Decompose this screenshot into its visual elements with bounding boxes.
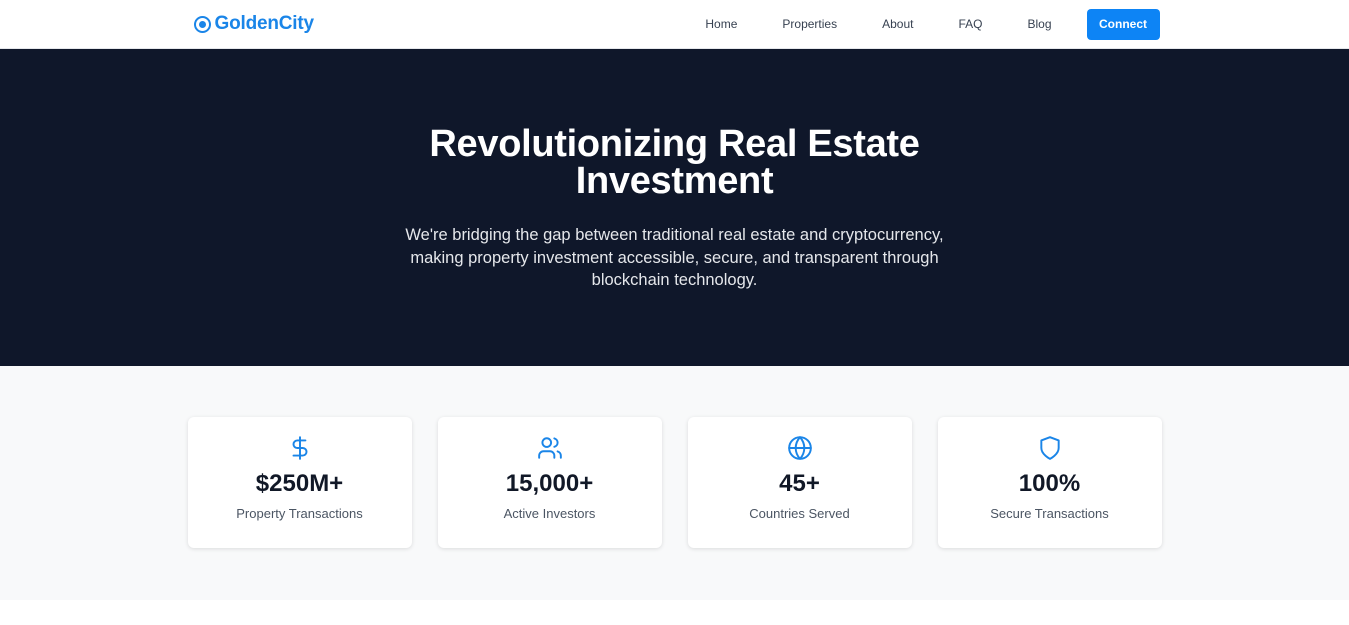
stats-section: $250M+ Property Transactions 15,000+ Act… (0, 366, 1349, 600)
brand-name: GoldenCity (214, 13, 315, 34)
dollar-icon (188, 435, 412, 461)
nav-links: Home Properties About FAQ Blog Connect (705, 8, 1160, 40)
hero-section: Revolutionizing Real Estate Investment W… (0, 49, 1349, 366)
stat-label: Active Investors (503, 506, 596, 521)
navbar-inner: GoldenCity Home Properties About FAQ Blo… (190, 0, 1160, 48)
nav-link-properties[interactable]: Properties (782, 17, 837, 31)
stat-card-countries: 45+ Countries Served (687, 417, 912, 548)
stat-value: 100% (1018, 470, 1081, 497)
hero-title: Revolutionizing Real Estate Investment (429, 123, 920, 202)
connect-button[interactable]: Connect (1086, 8, 1160, 40)
stat-card-investors: 15,000+ Active Investors (437, 417, 662, 548)
stat-label: Property Transactions (236, 506, 363, 521)
page-bottom-spacer (0, 600, 1349, 625)
nav-link-blog[interactable]: Blog (1027, 17, 1051, 31)
brand-logo-icon (193, 15, 211, 33)
users-icon (438, 435, 662, 461)
stat-value: $250M+ (255, 470, 344, 497)
stat-card-transactions: $250M+ Property Transactions (187, 417, 412, 548)
hero-subtitle: We're bridging the gap between tradition… (405, 226, 944, 289)
stat-card-security: 100% Secure Transactions (937, 417, 1162, 548)
stat-label: Secure Transactions (990, 506, 1109, 521)
stats-grid: $250M+ Property Transactions 15,000+ Act… (187, 417, 1162, 548)
brand-link[interactable]: GoldenCity (193, 13, 315, 35)
stat-label: Countries Served (749, 506, 850, 521)
top-navbar: GoldenCity Home Properties About FAQ Blo… (0, 0, 1349, 49)
stat-value: 45+ (779, 470, 820, 497)
nav-link-about[interactable]: About (882, 17, 913, 31)
nav-link-home[interactable]: Home (705, 17, 737, 31)
globe-icon (688, 435, 912, 461)
stat-value: 15,000+ (505, 470, 594, 497)
shield-icon (938, 435, 1162, 461)
nav-link-faq[interactable]: FAQ (958, 17, 982, 31)
